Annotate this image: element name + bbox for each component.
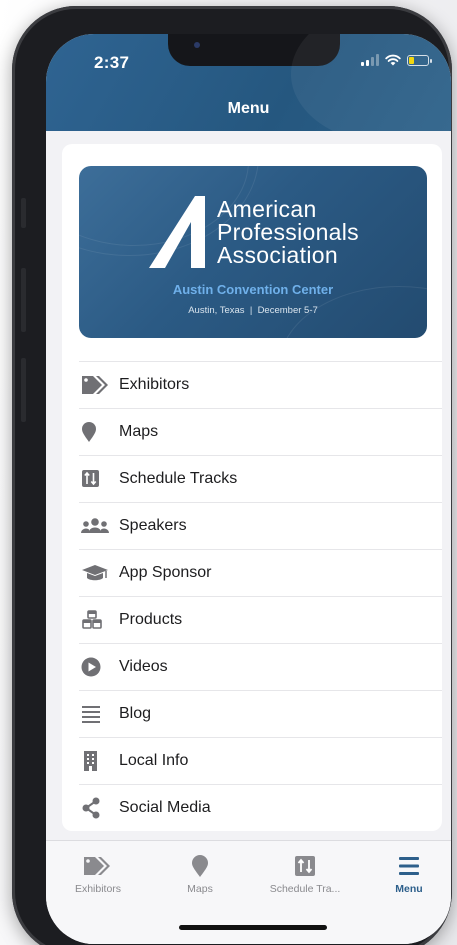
tab-maps[interactable]: Maps: [150, 853, 250, 895]
menu-card: American Professionals Association Austi…: [62, 144, 442, 831]
list-icon: [79, 703, 119, 725]
status-time: 2:37: [94, 53, 130, 72]
menu-item-label: App Sponsor: [119, 564, 212, 581]
menu-item-videos[interactable]: Videos: [79, 643, 442, 690]
page-title: Menu: [227, 100, 270, 117]
app-screen: 2:37 Menu American Professionals Associa…: [46, 34, 451, 944]
org-name-line1: American: [217, 196, 317, 222]
menu-item-exhibitors[interactable]: Exhibitors: [79, 361, 442, 408]
menu-item-local-info[interactable]: Local Info: [79, 737, 442, 784]
tab-label: Exhibitors: [74, 883, 122, 895]
bottom-tab-bar: Exhibitors Maps Schedule Tra... Menu: [46, 840, 451, 944]
menu-item-app-sponsor[interactable]: App Sponsor: [79, 549, 442, 596]
camera: [194, 42, 200, 48]
hamburger-menu-icon: [359, 853, 451, 879]
tab-label: Schedule Tra...: [269, 883, 341, 895]
org-name-line2: Professionals: [217, 219, 359, 245]
share-icon: [79, 797, 119, 819]
menu-list: Exhibitors Maps Schedule Tracks Speakers…: [79, 361, 442, 831]
menu-item-label: Speakers: [119, 517, 187, 534]
organization-name: American Professionals Association: [217, 198, 359, 267]
signal-icon: [361, 54, 379, 66]
phone-frame: 2:37 Menu American Professionals Associa…: [12, 6, 452, 945]
tag-icon: [79, 374, 119, 396]
tab-menu[interactable]: Menu: [359, 853, 451, 895]
menu-item-label: Schedule Tracks: [119, 470, 238, 487]
map-pin-icon: [150, 853, 250, 879]
volume-down-button: [21, 358, 26, 422]
play-circle-icon: [79, 656, 119, 678]
menu-item-label: Local Info: [119, 752, 189, 769]
graduation-cap-icon: [79, 562, 119, 584]
battery-icon: [407, 54, 432, 66]
map-pin-icon: [79, 421, 119, 443]
tag-icon: [48, 853, 148, 879]
tab-exhibitors[interactable]: Exhibitors: [48, 853, 148, 895]
menu-item-label: Exhibitors: [119, 376, 190, 393]
notch: [168, 34, 340, 66]
status-icons: [361, 54, 432, 66]
tab-schedule-tracks[interactable]: Schedule Tra...: [255, 853, 355, 895]
menu-item-social-media[interactable]: Social Media: [79, 784, 442, 831]
menu-item-label: Maps: [119, 423, 159, 440]
menu-item-schedule-tracks[interactable]: Schedule Tracks: [79, 455, 442, 502]
tab-label: Menu: [395, 883, 423, 895]
menu-item-maps[interactable]: Maps: [79, 408, 442, 455]
event-banner[interactable]: American Professionals Association Austi…: [79, 166, 427, 338]
building-icon: [79, 750, 119, 772]
menu-item-products[interactable]: Products: [79, 596, 442, 643]
home-indicator[interactable]: [179, 925, 327, 930]
users-icon: [79, 515, 119, 537]
app-header: 2:37 Menu: [46, 34, 451, 144]
menu-item-label: Social Media: [119, 799, 211, 816]
org-name-line3: Association: [217, 242, 338, 268]
menu-item-label: Videos: [119, 658, 168, 675]
event-location-dates: Austin, Texas | December 5-7: [188, 305, 318, 316]
menu-item-blog[interactable]: Blog: [79, 690, 442, 737]
wifi-icon: [385, 54, 401, 66]
venue-name: Austin Convention Center: [172, 282, 334, 297]
schedule-tracks-icon: [79, 468, 119, 490]
menu-item-speakers[interactable]: Speakers: [79, 502, 442, 549]
menu-item-label: Blog: [119, 705, 152, 722]
tab-label: Maps: [187, 883, 213, 895]
mute-switch: [21, 198, 26, 228]
cubes-icon: [79, 609, 119, 631]
association-logo-icon: [149, 196, 205, 268]
schedule-tracks-icon: [255, 853, 355, 879]
volume-up-button: [21, 268, 26, 332]
menu-item-label: Products: [119, 611, 183, 628]
